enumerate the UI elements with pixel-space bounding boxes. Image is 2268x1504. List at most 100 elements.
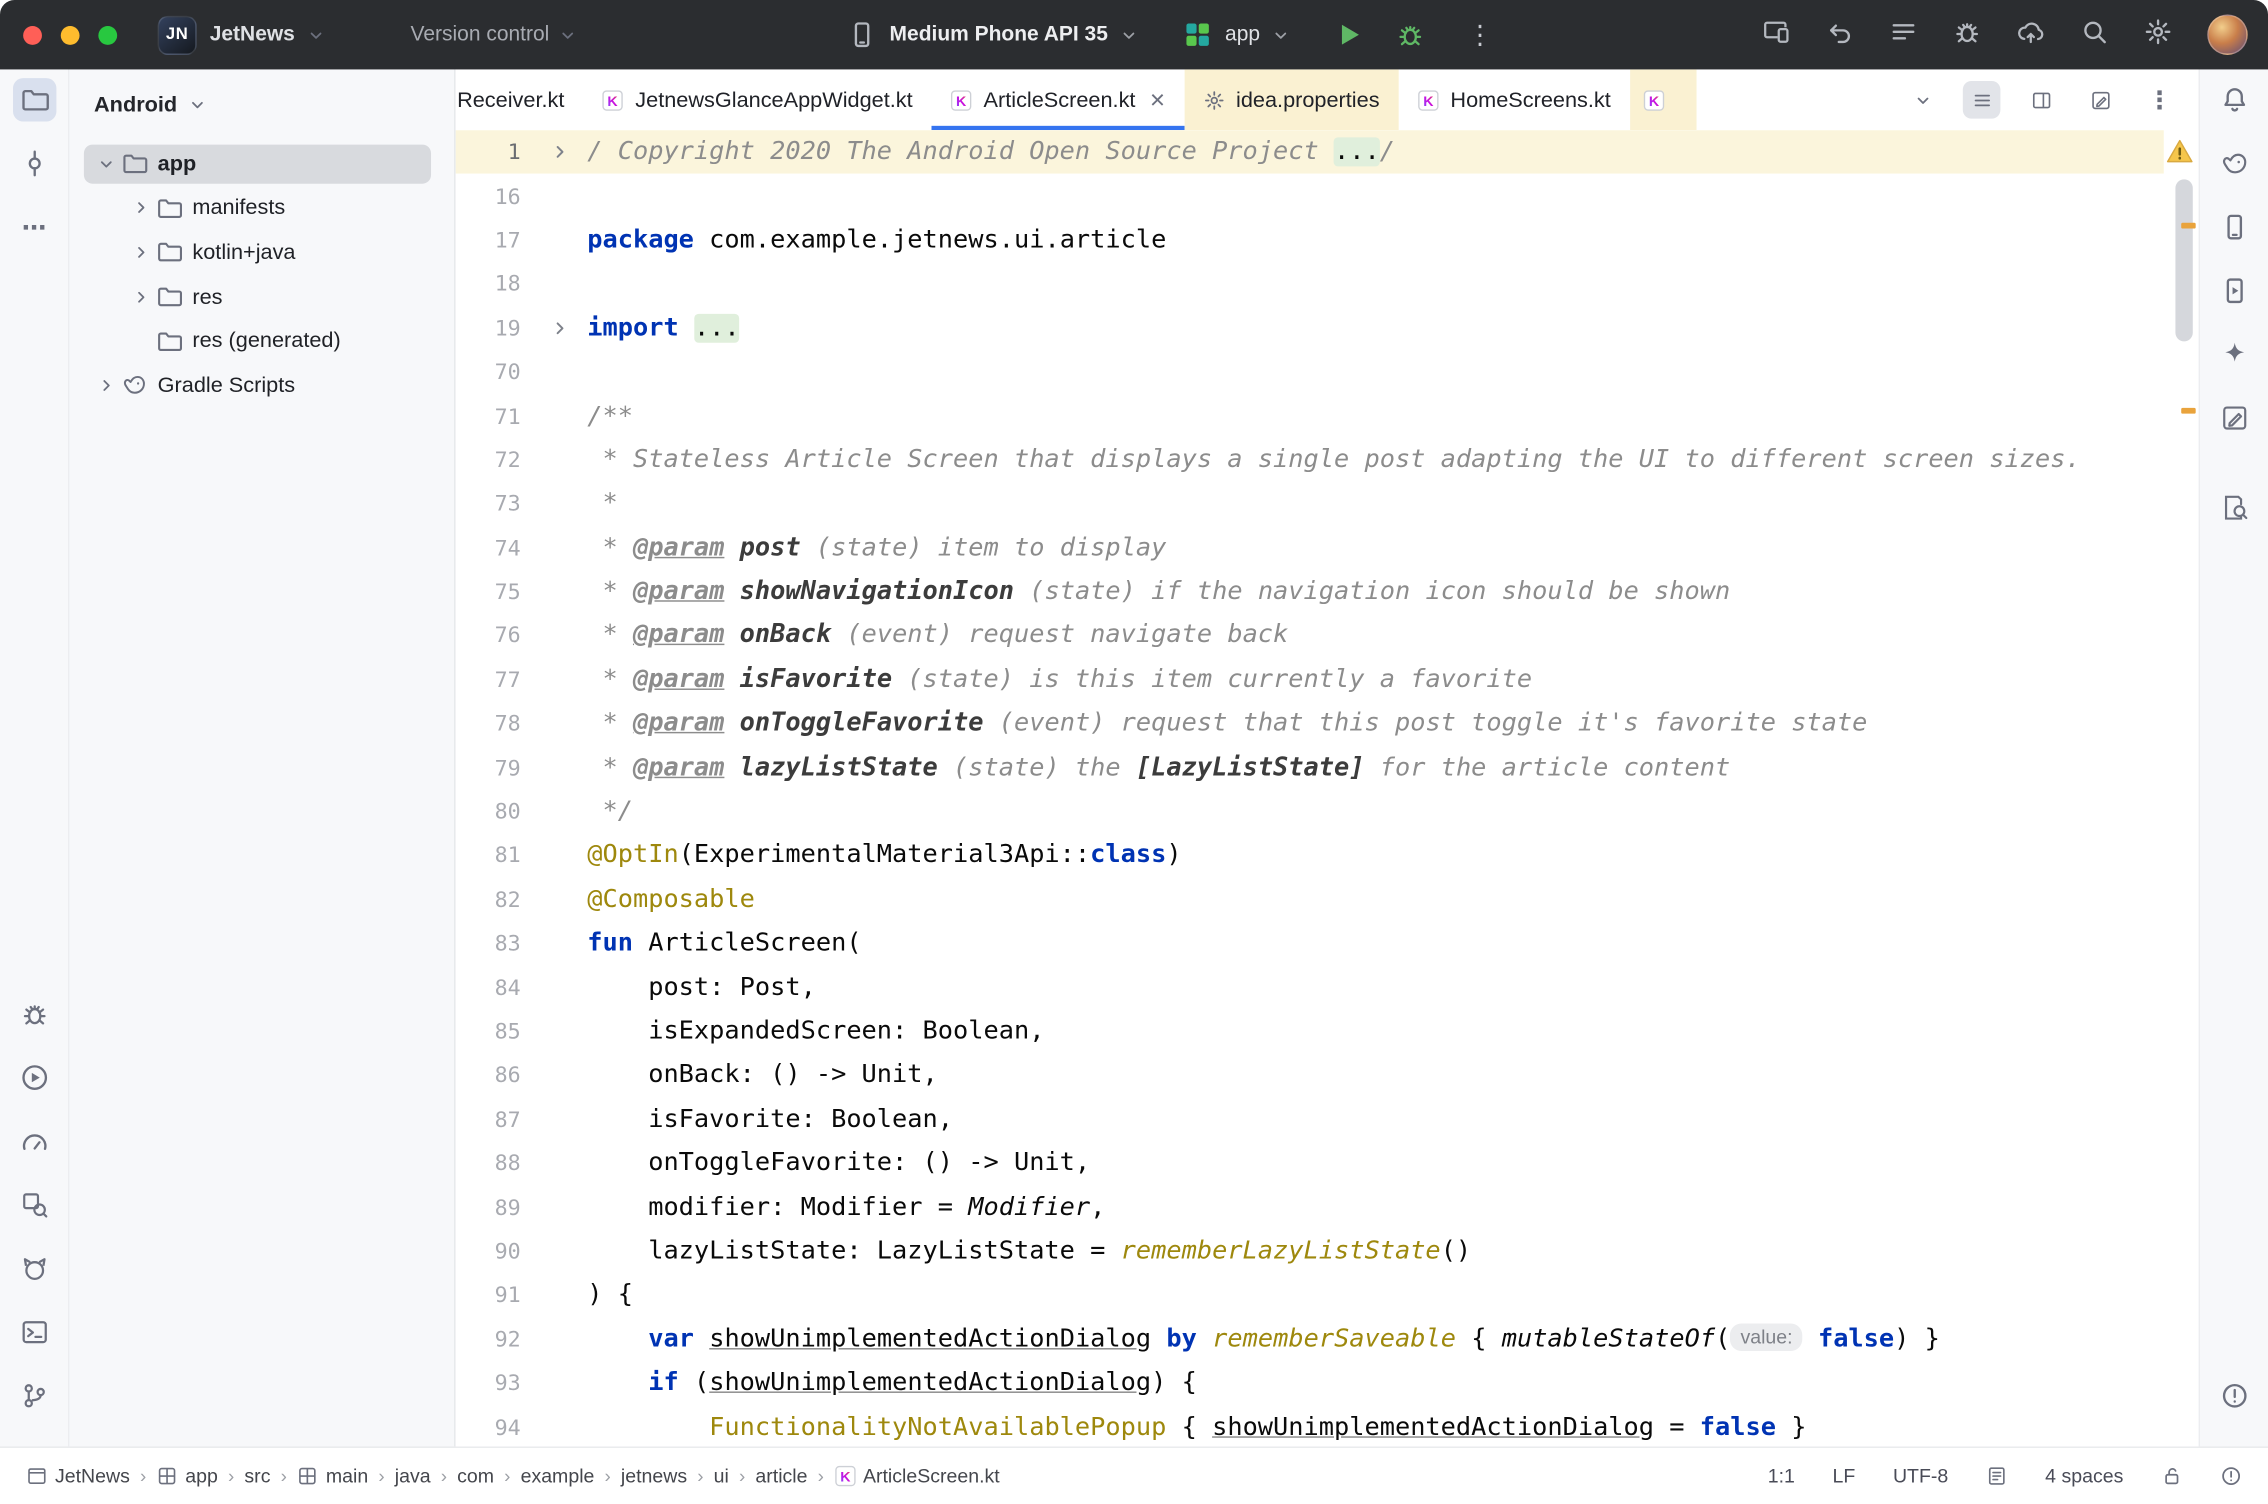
- bug-report-button[interactable]: [12, 992, 55, 1035]
- breadcrumb-item-ui[interactable]: ui: [714, 1465, 729, 1487]
- breadcrumb-item-example[interactable]: example: [521, 1465, 595, 1487]
- code-line-89[interactable]: 89 modifier: Modifier = Modifier,: [456, 1185, 2164, 1229]
- file-encoding[interactable]: UTF-8: [1893, 1465, 1948, 1487]
- chevron-down-icon[interactable]: [90, 156, 122, 172]
- project-view-selector[interactable]: Android: [69, 69, 454, 140]
- code-line-93[interactable]: 93 if (showUnimplementedActionDialog) {: [456, 1361, 2164, 1405]
- code-line-77[interactable]: 77 * @param isFavorite (state) is this i…: [456, 658, 2164, 702]
- code-line-85[interactable]: 85 isExpandedScreen: Boolean,: [456, 1009, 2164, 1053]
- tree-item-res-generated[interactable]: res (generated): [69, 319, 454, 363]
- breadcrumb-item-java[interactable]: java: [395, 1465, 431, 1487]
- breadcrumb-item-jetnews[interactable]: jetnews: [621, 1465, 687, 1487]
- code-line-76[interactable]: 76 * @param onBack (event) request navig…: [456, 614, 2164, 658]
- tree-item-manifests[interactable]: manifests: [69, 186, 454, 230]
- undo-button[interactable]: [1825, 17, 1854, 52]
- chevron-right-icon[interactable]: [124, 200, 156, 216]
- line-separator[interactable]: LF: [1833, 1465, 1856, 1487]
- task-list-button[interactable]: [1889, 17, 1918, 52]
- fold-indicator-icon[interactable]: [521, 319, 588, 336]
- tree-item-gradle-scripts[interactable]: Gradle Scripts: [69, 363, 454, 407]
- notifications-button[interactable]: [2212, 78, 2255, 121]
- run-config[interactable]: app: [1225, 23, 1260, 46]
- device-manager-button[interactable]: [2212, 205, 2255, 248]
- tree-item-kotlin-java[interactable]: kotlin+java: [69, 230, 454, 274]
- logcat-button[interactable]: [12, 1247, 55, 1290]
- code-line-91[interactable]: 91) {: [456, 1273, 2164, 1317]
- user-avatar[interactable]: [2207, 14, 2248, 55]
- tab-jetnewsglanceappwidget-kt[interactable]: KJetnewsGlanceAppWidget.kt: [583, 69, 931, 130]
- breadcrumb-item-main[interactable]: main: [297, 1465, 368, 1487]
- close-icon[interactable]: ×: [1150, 87, 1165, 113]
- git-branch-button[interactable]: [12, 1374, 55, 1417]
- code-line-94[interactable]: 94 FunctionalityNotAvailablePopup { show…: [456, 1405, 2164, 1446]
- running-devices-button[interactable]: [2212, 269, 2255, 312]
- run-button[interactable]: [12, 1056, 55, 1099]
- code-line-70[interactable]: 70: [456, 350, 2164, 394]
- code-line-84[interactable]: 84 post: Post,: [456, 965, 2164, 1009]
- inspection-warning-icon[interactable]: [2165, 137, 2194, 166]
- gemini-button[interactable]: [2212, 333, 2255, 376]
- run-button[interactable]: [1335, 20, 1364, 49]
- tab-receiver-kt[interactable]: Receiver.kt: [456, 69, 584, 130]
- code-line-73[interactable]: 73 *: [456, 482, 2164, 526]
- code-line-90[interactable]: 90 lazyListState: LazyListState = rememb…: [456, 1229, 2164, 1273]
- code-line-78[interactable]: 78 * @param onToggleFavorite (event) req…: [456, 702, 2164, 746]
- list-button[interactable]: [1963, 81, 2001, 119]
- more-actions-button[interactable]: ⋮: [1463, 22, 1498, 48]
- minimize-window-button[interactable]: [61, 25, 80, 44]
- project-button[interactable]: [12, 78, 55, 121]
- breadcrumb-item-app[interactable]: app: [156, 1465, 218, 1487]
- project-widget[interactable]: JN JetNews: [158, 15, 324, 54]
- code-line-1[interactable]: 1/ Copyright 2020 The Android Open Sourc…: [456, 130, 2164, 174]
- more-vertical-button[interactable]: ⋮: [2141, 81, 2179, 119]
- code-line-87[interactable]: 87 isFavorite: Boolean,: [456, 1097, 2164, 1141]
- chevron-right-icon[interactable]: [90, 377, 122, 393]
- gradle-button[interactable]: [2212, 142, 2255, 185]
- tree-item-res[interactable]: res: [69, 275, 454, 319]
- code-line-92[interactable]: 92 var showUnimplementedActionDialog by …: [456, 1317, 2164, 1361]
- code-editor[interactable]: 1/ Copyright 2020 The Android Open Sourc…: [456, 130, 2199, 1446]
- find-button[interactable]: [2212, 486, 2255, 529]
- layout-editor-button[interactable]: [2212, 396, 2255, 439]
- tree-item-app[interactable]: app: [69, 142, 454, 186]
- sync-button[interactable]: [2016, 17, 2045, 52]
- tab-overflow[interactable]: K: [1630, 69, 1697, 130]
- breadcrumb-item-article[interactable]: article: [755, 1465, 807, 1487]
- code-line-80[interactable]: 80 */: [456, 790, 2164, 834]
- search-button[interactable]: [2080, 17, 2109, 52]
- code-line-17[interactable]: 17package com.example.jetnews.ui.article: [456, 218, 2164, 262]
- code-line-86[interactable]: 86 onBack: () -> Unit,: [456, 1053, 2164, 1097]
- breadcrumb-item-com[interactable]: com: [457, 1465, 494, 1487]
- commit-button[interactable]: [12, 142, 55, 185]
- code-line-74[interactable]: 74 * @param post (state) item to display: [456, 526, 2164, 570]
- code-line-79[interactable]: 79 * @param lazyListState (state) the [L…: [456, 746, 2164, 790]
- page-icon[interactable]: [1986, 1465, 2008, 1487]
- terminal-button[interactable]: [12, 1310, 55, 1353]
- editor-scrollbar[interactable]: [2175, 179, 2192, 341]
- gear-button[interactable]: [2144, 17, 2173, 52]
- fold-indicator-icon[interactable]: [521, 143, 588, 160]
- debug-button[interactable]: [1396, 20, 1425, 49]
- code-line-75[interactable]: 75 * @param showNavigationIcon (state) i…: [456, 570, 2164, 614]
- version-control-widget[interactable]: Version control: [411, 23, 576, 46]
- pencil-box-button[interactable]: [2081, 81, 2119, 119]
- lock-icon[interactable]: [2161, 1465, 2183, 1487]
- tab-idea-properties[interactable]: idea.properties: [1184, 69, 1398, 130]
- breadcrumb-item-articlescreen-kt[interactable]: KArticleScreen.kt: [834, 1465, 1000, 1487]
- indent-size[interactable]: 4 spaces: [2045, 1465, 2123, 1487]
- app-inspection-button[interactable]: [12, 1183, 55, 1226]
- bug-button[interactable]: [1953, 17, 1982, 52]
- code-line-88[interactable]: 88 onToggleFavorite: () -> Unit,: [456, 1141, 2164, 1185]
- code-line-82[interactable]: 82@Composable: [456, 877, 2164, 921]
- chevron-right-icon[interactable]: [124, 289, 156, 305]
- profiler-button[interactable]: [12, 1120, 55, 1163]
- problems-icon[interactable]: [2220, 1465, 2242, 1487]
- code-line-83[interactable]: 83fun ArticleScreen(: [456, 921, 2164, 965]
- breadcrumb-item-jetnews[interactable]: JetNews: [26, 1465, 130, 1487]
- breadcrumb-item-src[interactable]: src: [244, 1465, 270, 1487]
- device-selector[interactable]: Medium Phone API 35: [890, 23, 1108, 46]
- tab-homescreens-kt[interactable]: KHomeScreens.kt: [1398, 69, 1629, 130]
- split-right-button[interactable]: [2022, 81, 2060, 119]
- caret-position[interactable]: 1:1: [1768, 1465, 1795, 1487]
- more-horizontal-button[interactable]: ⋯: [12, 205, 55, 248]
